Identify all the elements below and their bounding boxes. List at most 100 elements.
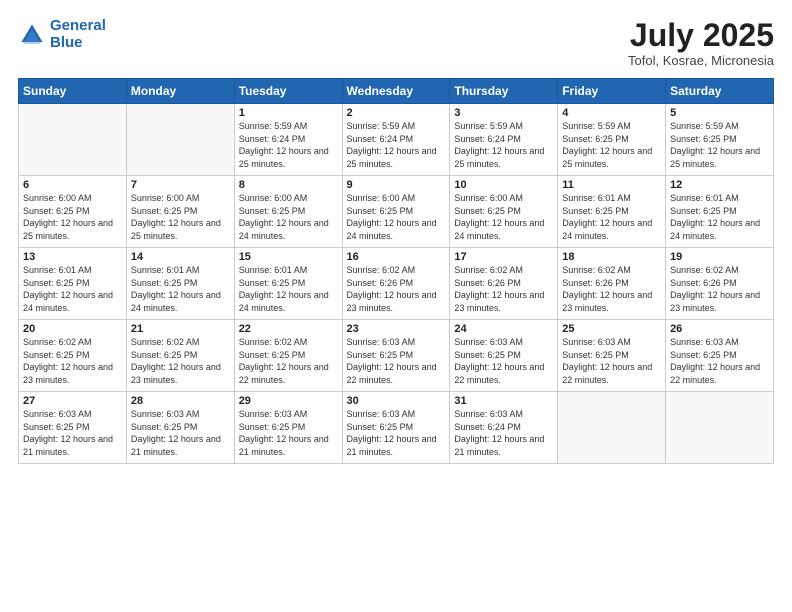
day-info: Sunrise: 6:03 AM Sunset: 6:25 PM Dayligh… [347,408,446,458]
day-info: Sunrise: 6:03 AM Sunset: 6:25 PM Dayligh… [670,336,769,386]
weekday-header-monday: Monday [126,79,234,104]
page: General Blue July 2025 Tofol, Kosrae, Mi… [0,0,792,612]
calendar-cell [558,392,666,464]
calendar-cell: 20Sunrise: 6:02 AM Sunset: 6:25 PM Dayli… [19,320,127,392]
calendar-cell: 10Sunrise: 6:00 AM Sunset: 6:25 PM Dayli… [450,176,558,248]
week-row-2: 6Sunrise: 6:00 AM Sunset: 6:25 PM Daylig… [19,176,774,248]
day-info: Sunrise: 6:01 AM Sunset: 6:25 PM Dayligh… [23,264,122,314]
header: General Blue July 2025 Tofol, Kosrae, Mi… [18,18,774,68]
calendar-cell [666,392,774,464]
day-number: 5 [670,107,769,119]
calendar-cell [126,104,234,176]
logo-line2: Blue [50,34,83,51]
calendar-cell: 28Sunrise: 6:03 AM Sunset: 6:25 PM Dayli… [126,392,234,464]
calendar-cell: 15Sunrise: 6:01 AM Sunset: 6:25 PM Dayli… [234,248,342,320]
day-number: 14 [131,251,230,263]
day-number: 15 [239,251,338,263]
day-number: 22 [239,323,338,335]
day-number: 18 [562,251,661,263]
week-row-4: 20Sunrise: 6:02 AM Sunset: 6:25 PM Dayli… [19,320,774,392]
week-row-3: 13Sunrise: 6:01 AM Sunset: 6:25 PM Dayli… [19,248,774,320]
day-info: Sunrise: 6:01 AM Sunset: 6:25 PM Dayligh… [131,264,230,314]
week-row-5: 27Sunrise: 6:03 AM Sunset: 6:25 PM Dayli… [19,392,774,464]
calendar-cell: 7Sunrise: 6:00 AM Sunset: 6:25 PM Daylig… [126,176,234,248]
calendar-cell: 2Sunrise: 5:59 AM Sunset: 6:24 PM Daylig… [342,104,450,176]
day-info: Sunrise: 6:02 AM Sunset: 6:26 PM Dayligh… [562,264,661,314]
logo: General Blue [18,18,106,51]
calendar: SundayMondayTuesdayWednesdayThursdayFrid… [18,78,774,464]
day-info: Sunrise: 6:02 AM Sunset: 6:25 PM Dayligh… [131,336,230,386]
day-number: 20 [23,323,122,335]
calendar-cell: 1Sunrise: 5:59 AM Sunset: 6:24 PM Daylig… [234,104,342,176]
day-info: Sunrise: 6:03 AM Sunset: 6:25 PM Dayligh… [23,408,122,458]
day-info: Sunrise: 6:03 AM Sunset: 6:25 PM Dayligh… [239,408,338,458]
day-info: Sunrise: 6:00 AM Sunset: 6:25 PM Dayligh… [131,192,230,242]
calendar-cell [19,104,127,176]
calendar-cell: 17Sunrise: 6:02 AM Sunset: 6:26 PM Dayli… [450,248,558,320]
day-info: Sunrise: 5:59 AM Sunset: 6:24 PM Dayligh… [454,120,553,170]
calendar-cell: 18Sunrise: 6:02 AM Sunset: 6:26 PM Dayli… [558,248,666,320]
day-info: Sunrise: 6:03 AM Sunset: 6:25 PM Dayligh… [347,336,446,386]
calendar-cell: 12Sunrise: 6:01 AM Sunset: 6:25 PM Dayli… [666,176,774,248]
day-number: 25 [562,323,661,335]
day-number: 30 [347,395,446,407]
day-number: 8 [239,179,338,191]
weekday-header-saturday: Saturday [666,79,774,104]
day-number: 28 [131,395,230,407]
main-title: July 2025 [628,18,774,53]
day-info: Sunrise: 6:03 AM Sunset: 6:25 PM Dayligh… [454,336,553,386]
day-number: 2 [347,107,446,119]
subtitle: Tofol, Kosrae, Micronesia [628,53,774,68]
day-number: 26 [670,323,769,335]
logo-line1: General [50,17,106,34]
day-info: Sunrise: 5:59 AM Sunset: 6:25 PM Dayligh… [670,120,769,170]
calendar-cell: 3Sunrise: 5:59 AM Sunset: 6:24 PM Daylig… [450,104,558,176]
day-info: Sunrise: 6:01 AM Sunset: 6:25 PM Dayligh… [562,192,661,242]
weekday-header-thursday: Thursday [450,79,558,104]
day-number: 4 [562,107,661,119]
calendar-cell: 19Sunrise: 6:02 AM Sunset: 6:26 PM Dayli… [666,248,774,320]
calendar-cell: 5Sunrise: 5:59 AM Sunset: 6:25 PM Daylig… [666,104,774,176]
calendar-cell: 29Sunrise: 6:03 AM Sunset: 6:25 PM Dayli… [234,392,342,464]
calendar-cell: 8Sunrise: 6:00 AM Sunset: 6:25 PM Daylig… [234,176,342,248]
day-number: 16 [347,251,446,263]
day-info: Sunrise: 5:59 AM Sunset: 6:24 PM Dayligh… [347,120,446,170]
logo-icon [18,21,46,49]
week-row-1: 1Sunrise: 5:59 AM Sunset: 6:24 PM Daylig… [19,104,774,176]
day-info: Sunrise: 6:02 AM Sunset: 6:25 PM Dayligh… [239,336,338,386]
day-number: 17 [454,251,553,263]
day-info: Sunrise: 5:59 AM Sunset: 6:25 PM Dayligh… [562,120,661,170]
day-number: 11 [562,179,661,191]
day-info: Sunrise: 6:03 AM Sunset: 6:24 PM Dayligh… [454,408,553,458]
title-block: July 2025 Tofol, Kosrae, Micronesia [628,18,774,68]
calendar-cell: 6Sunrise: 6:00 AM Sunset: 6:25 PM Daylig… [19,176,127,248]
logo-text: General Blue [50,18,106,51]
calendar-cell: 4Sunrise: 5:59 AM Sunset: 6:25 PM Daylig… [558,104,666,176]
day-number: 10 [454,179,553,191]
day-number: 12 [670,179,769,191]
weekday-header-row: SundayMondayTuesdayWednesdayThursdayFrid… [19,79,774,104]
day-number: 9 [347,179,446,191]
day-number: 24 [454,323,553,335]
day-info: Sunrise: 6:00 AM Sunset: 6:25 PM Dayligh… [347,192,446,242]
day-info: Sunrise: 6:02 AM Sunset: 6:26 PM Dayligh… [347,264,446,314]
calendar-cell: 27Sunrise: 6:03 AM Sunset: 6:25 PM Dayli… [19,392,127,464]
calendar-cell: 24Sunrise: 6:03 AM Sunset: 6:25 PM Dayli… [450,320,558,392]
day-number: 19 [670,251,769,263]
day-info: Sunrise: 6:02 AM Sunset: 6:25 PM Dayligh… [23,336,122,386]
day-number: 23 [347,323,446,335]
calendar-cell: 22Sunrise: 6:02 AM Sunset: 6:25 PM Dayli… [234,320,342,392]
weekday-header-wednesday: Wednesday [342,79,450,104]
calendar-cell: 26Sunrise: 6:03 AM Sunset: 6:25 PM Dayli… [666,320,774,392]
day-info: Sunrise: 6:00 AM Sunset: 6:25 PM Dayligh… [454,192,553,242]
weekday-header-friday: Friday [558,79,666,104]
day-number: 31 [454,395,553,407]
calendar-cell: 30Sunrise: 6:03 AM Sunset: 6:25 PM Dayli… [342,392,450,464]
day-info: Sunrise: 6:02 AM Sunset: 6:26 PM Dayligh… [670,264,769,314]
day-info: Sunrise: 6:00 AM Sunset: 6:25 PM Dayligh… [23,192,122,242]
calendar-cell: 16Sunrise: 6:02 AM Sunset: 6:26 PM Dayli… [342,248,450,320]
calendar-cell: 23Sunrise: 6:03 AM Sunset: 6:25 PM Dayli… [342,320,450,392]
day-info: Sunrise: 6:00 AM Sunset: 6:25 PM Dayligh… [239,192,338,242]
calendar-cell: 31Sunrise: 6:03 AM Sunset: 6:24 PM Dayli… [450,392,558,464]
weekday-header-tuesday: Tuesday [234,79,342,104]
